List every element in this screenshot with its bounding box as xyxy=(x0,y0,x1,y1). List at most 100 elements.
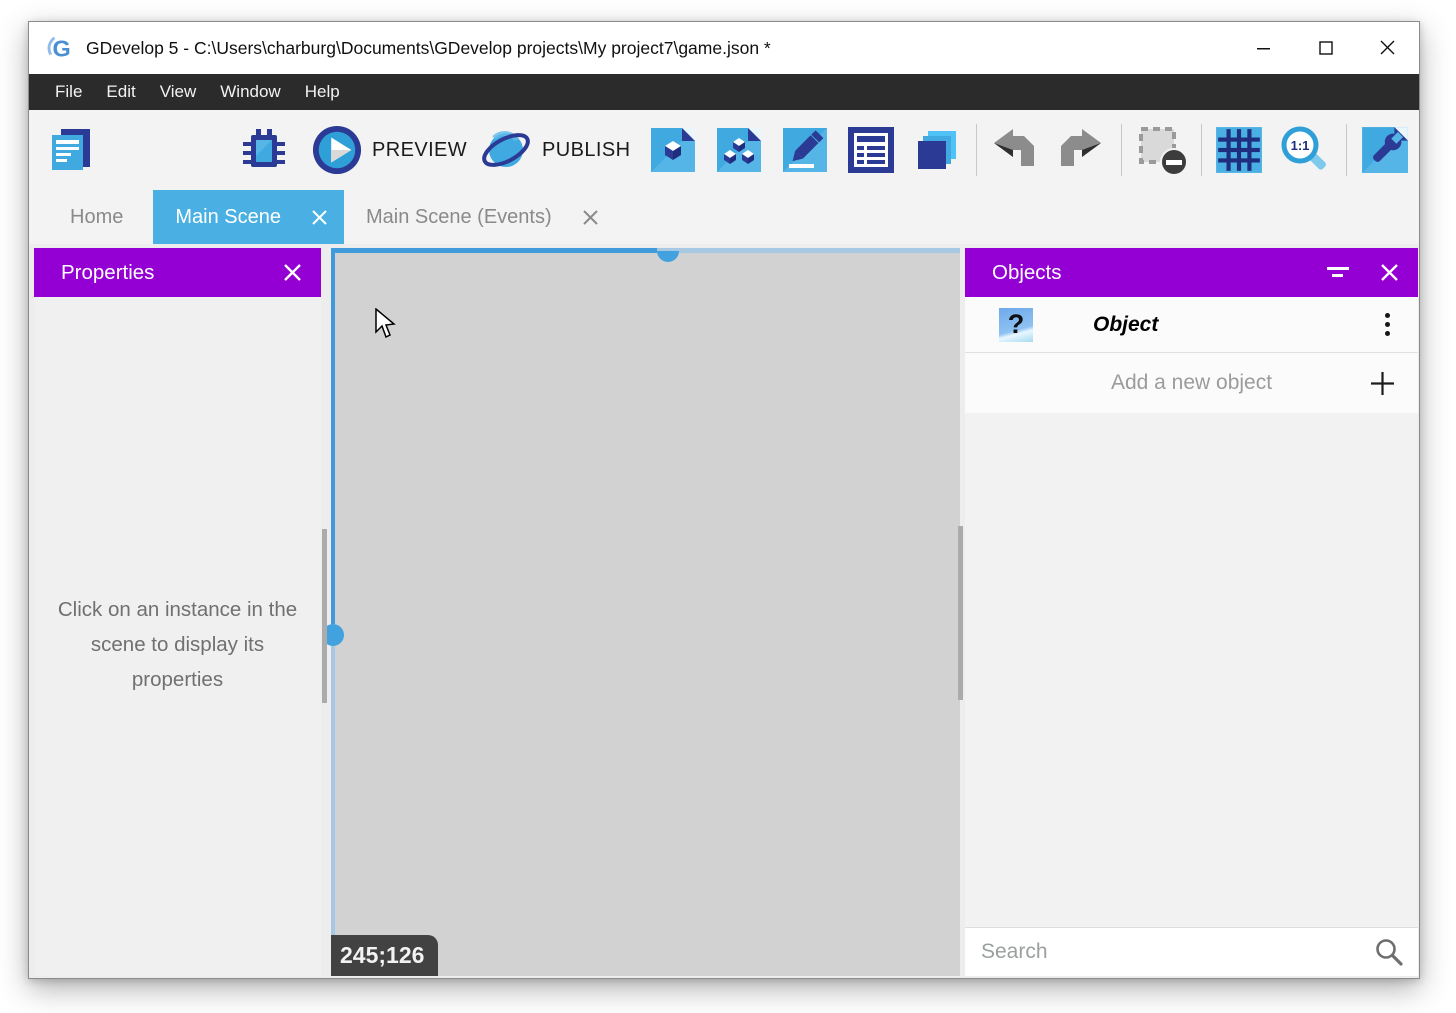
close-icon xyxy=(1380,40,1396,56)
horizontal-split-divider[interactable] xyxy=(331,248,960,253)
add-object-label: Add a new object xyxy=(1111,371,1272,395)
tab-close-icon[interactable] xyxy=(311,209,328,226)
properties-panel-header: Properties xyxy=(34,248,321,297)
tab-close-icon[interactable] xyxy=(582,209,599,226)
events-list-button[interactable] xyxy=(847,126,895,174)
undo-icon xyxy=(990,126,1038,174)
minimize-icon xyxy=(1257,41,1271,55)
objects-panel: Objects ? Object Add a new object xyxy=(965,248,1418,976)
divider-segment xyxy=(657,248,960,253)
toolbar-separator xyxy=(1121,124,1122,176)
editor-content: Properties Click on an instance in the s… xyxy=(29,244,1419,978)
redo-button[interactable] xyxy=(1057,126,1105,174)
undo-button[interactable] xyxy=(990,126,1038,174)
objects-panel-title: Objects xyxy=(992,261,1062,285)
window-title: GDevelop 5 - C:\Users\charburg\Documents… xyxy=(86,38,771,59)
properties-empty-message: Click on an instance in the scene to dis… xyxy=(51,592,305,697)
tab-main-scene-events[interactable]: Main Scene (Events) xyxy=(344,190,615,244)
scene-properties-icon xyxy=(781,126,829,174)
mouse-cursor-icon xyxy=(374,308,396,339)
preview-button[interactable]: PREVIEW xyxy=(312,125,467,175)
tools-wrench-icon xyxy=(1360,125,1410,175)
divider-segment xyxy=(331,248,657,253)
title-bar: G GDevelop 5 - C:\Users\charburg\Documen… xyxy=(29,22,1419,74)
preview-label: PREVIEW xyxy=(372,139,467,162)
add-object-button[interactable]: Add a new object xyxy=(965,353,1418,413)
divider-segment xyxy=(331,624,335,976)
debugger-icon xyxy=(240,126,288,174)
object-thumbnail-icon: ? xyxy=(999,308,1033,342)
vertical-split-divider[interactable] xyxy=(331,248,335,976)
object-groups-button[interactable] xyxy=(715,126,763,174)
menu-view[interactable]: View xyxy=(148,74,209,110)
tab-main-scene-events-label: Main Scene (Events) xyxy=(366,206,552,229)
objects-editor-icon xyxy=(649,126,697,174)
gdevelop-window: G GDevelop 5 - C:\Users\charburg\Documen… xyxy=(28,21,1420,979)
menu-file[interactable]: File xyxy=(43,74,94,110)
publish-globe-icon xyxy=(480,124,532,176)
close-icon xyxy=(1380,263,1399,282)
debugger-button[interactable] xyxy=(240,126,288,174)
objects-list-empty-area xyxy=(965,413,1418,927)
tab-main-scene[interactable]: Main Scene xyxy=(153,190,344,244)
window-controls xyxy=(1233,22,1419,74)
object-list-item[interactable]: ? Object xyxy=(965,297,1418,353)
kebab-icon xyxy=(1385,331,1390,336)
clear-selection-icon xyxy=(1136,124,1188,176)
gdevelop-logo-icon: G xyxy=(45,33,75,63)
properties-close-button[interactable] xyxy=(283,263,302,282)
clear-selection-button[interactable] xyxy=(1136,124,1188,176)
publish-button[interactable]: PUBLISH xyxy=(480,124,630,176)
search-icon xyxy=(1374,937,1404,967)
publish-label: PUBLISH xyxy=(542,139,630,162)
kebab-icon xyxy=(1385,313,1390,318)
redo-icon xyxy=(1057,126,1105,174)
instances-list-button[interactable] xyxy=(913,126,961,174)
project-manager-icon xyxy=(47,126,95,174)
menu-help[interactable]: Help xyxy=(293,74,352,110)
project-manager-button[interactable] xyxy=(47,126,95,174)
divider-segment xyxy=(331,248,335,624)
filter-icon xyxy=(1327,266,1351,280)
menu-bar: File Edit View Window Help xyxy=(29,74,1419,110)
maximize-icon xyxy=(1319,41,1334,56)
scene-canvas[interactable]: 245;126 xyxy=(331,248,960,976)
toolbar-separator xyxy=(976,124,977,176)
grid-icon xyxy=(1214,125,1264,175)
canvas-right-scrollbar[interactable] xyxy=(958,526,963,700)
objects-filter-button[interactable] xyxy=(1327,266,1351,280)
objects-search-bar xyxy=(965,927,1418,976)
zoom-1-1-icon: 1:1 xyxy=(1279,124,1331,176)
objects-close-button[interactable] xyxy=(1380,263,1399,282)
toggle-grid-button[interactable] xyxy=(1214,125,1264,175)
menu-edit[interactable]: Edit xyxy=(94,74,147,110)
object-menu-button[interactable] xyxy=(1381,309,1394,340)
tab-home[interactable]: Home xyxy=(40,190,153,244)
instances-list-icon xyxy=(913,126,961,174)
maximize-button[interactable] xyxy=(1295,22,1357,74)
tab-main-scene-label: Main Scene xyxy=(175,206,281,229)
svg-text:G: G xyxy=(53,35,71,61)
horizontal-divider-handle[interactable] xyxy=(657,251,679,263)
events-list-icon xyxy=(847,126,895,174)
tab-home-label: Home xyxy=(70,206,123,229)
objects-panel-header: Objects xyxy=(965,248,1418,297)
zoom-1-1-button[interactable]: 1:1 xyxy=(1279,124,1331,176)
menu-window[interactable]: Window xyxy=(208,74,292,110)
object-groups-icon xyxy=(715,126,763,174)
toolbar-separator xyxy=(1346,124,1347,176)
scene-properties-button[interactable] xyxy=(781,126,829,174)
object-name: Object xyxy=(1093,313,1158,337)
canvas-left-scrollbar[interactable] xyxy=(322,529,327,703)
search-input[interactable] xyxy=(979,939,1374,965)
close-icon xyxy=(283,263,302,282)
open-tools-button[interactable] xyxy=(1360,125,1410,175)
close-button[interactable] xyxy=(1357,22,1419,74)
properties-panel: Properties Click on an instance in the s… xyxy=(34,248,321,976)
kebab-icon xyxy=(1385,322,1390,327)
minimize-button[interactable] xyxy=(1233,22,1295,74)
objects-editor-button[interactable] xyxy=(649,126,697,174)
properties-panel-title: Properties xyxy=(61,261,154,285)
svg-text:1:1: 1:1 xyxy=(1291,138,1310,153)
toolbar: PREVIEW PUBLISH xyxy=(29,110,1419,190)
